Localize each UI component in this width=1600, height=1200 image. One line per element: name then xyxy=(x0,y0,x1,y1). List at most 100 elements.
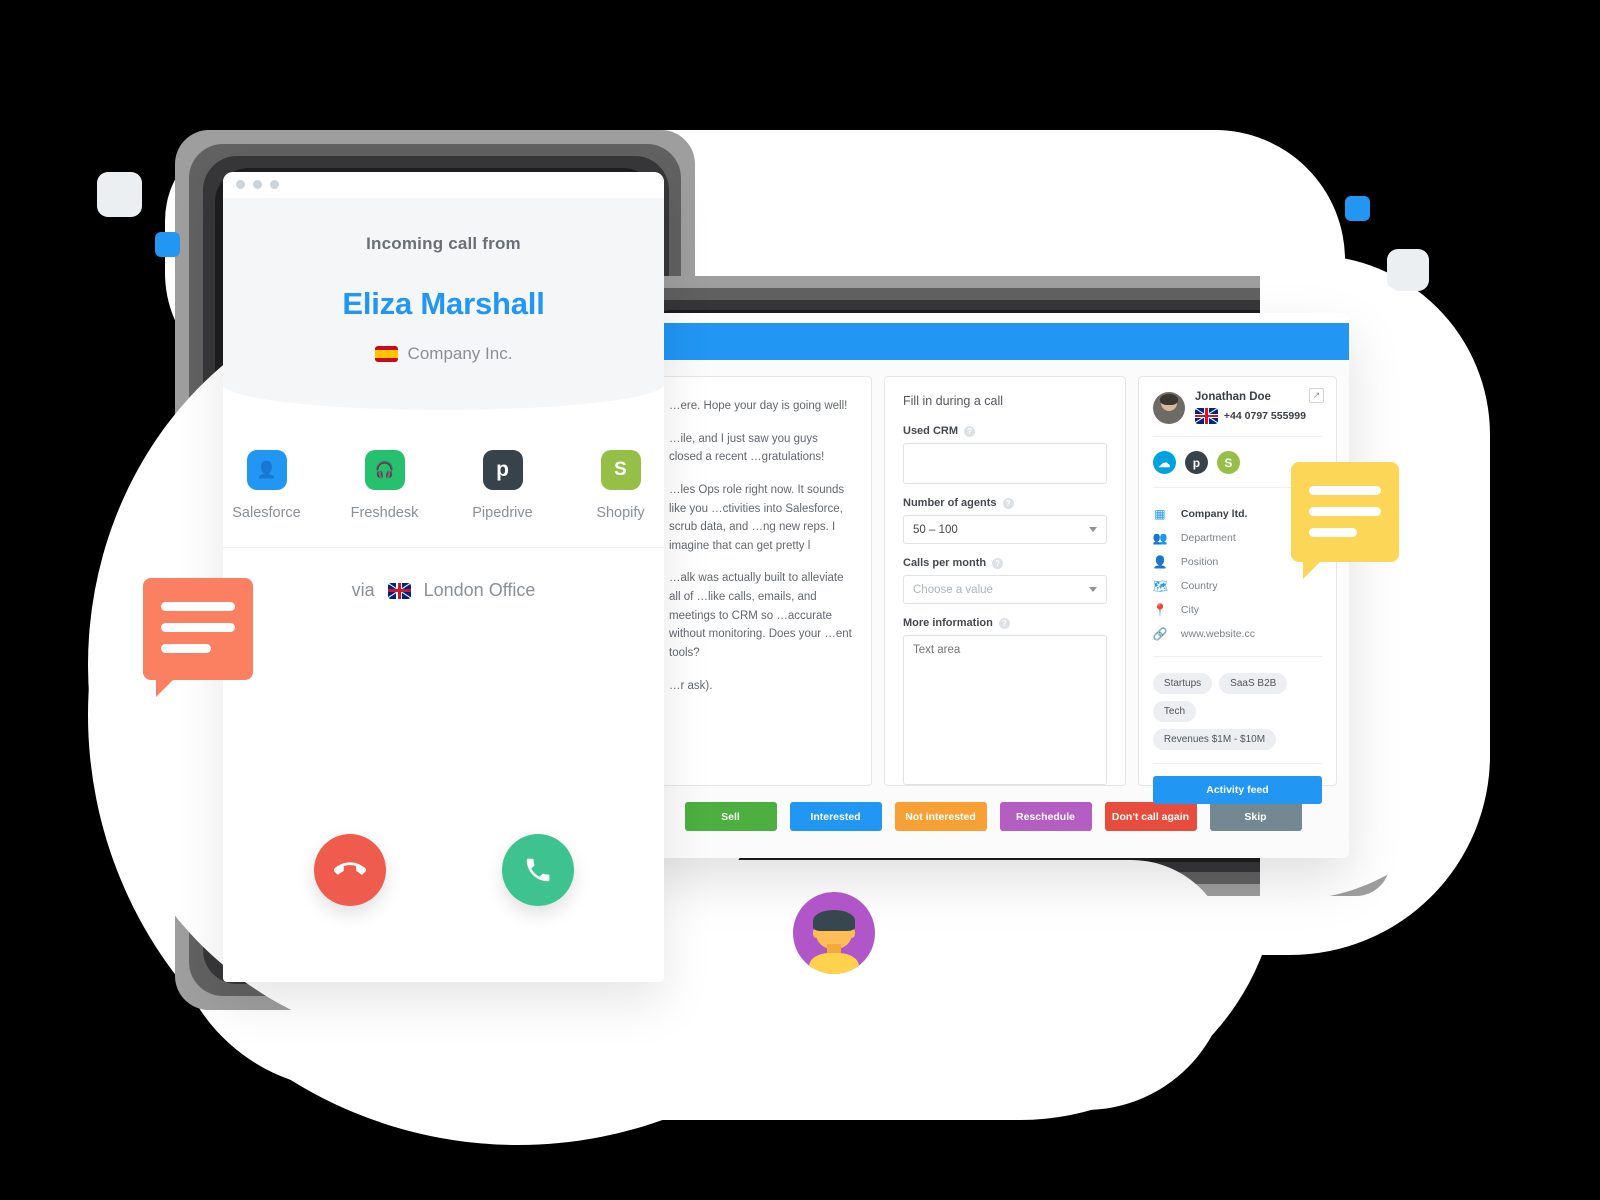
help-icon[interactable]: ? xyxy=(992,557,1004,569)
info-value[interactable]: www.website.cc xyxy=(1181,628,1255,640)
outcome-interested-button[interactable]: Interested xyxy=(789,802,882,831)
script-paragraph: …les Ops role right now. It sounds like … xyxy=(669,483,845,552)
integration-salesforce[interactable]: 👤 Salesforce xyxy=(231,450,303,521)
outcome-sell-button[interactable]: Sell xyxy=(684,802,777,831)
field-more-information: More information ? xyxy=(903,617,1107,790)
phone-hangup-icon xyxy=(333,862,366,875)
field-label-text: Calls per month xyxy=(903,557,987,569)
field-label-text: Used CRM xyxy=(903,425,959,437)
window-titlebar xyxy=(223,172,664,198)
tag[interactable]: Tech xyxy=(1152,701,1197,722)
incoming-call-label: Incoming call from xyxy=(366,234,521,253)
decor-square-light xyxy=(97,172,142,217)
used-crm-input[interactable] xyxy=(903,443,1107,484)
select-placeholder: Choose a value xyxy=(913,583,993,596)
call-script-panel: …ere. Hope your day is going well! …ile,… xyxy=(651,376,872,786)
contact-phone-number: +44 0797 555999 xyxy=(1223,410,1306,422)
field-used-crm: Used CRM ? xyxy=(903,425,1107,484)
calls-per-month-select[interactable]: Choose a value xyxy=(903,575,1107,604)
salesforce-badge[interactable]: ☁ xyxy=(1152,451,1176,474)
script-paragraph: …r ask). xyxy=(669,679,713,692)
shopify-badge[interactable]: S xyxy=(1216,451,1240,474)
pipedrive-badge[interactable]: p xyxy=(1184,451,1208,474)
integration-pipedrive[interactable]: p Pipedrive xyxy=(467,450,539,521)
script-paragraph: …alk was actually built to alleviate all… xyxy=(669,572,852,659)
divider xyxy=(1152,763,1322,764)
info-value: Country xyxy=(1180,580,1218,592)
maximize-icon[interactable] xyxy=(270,180,279,189)
info-value: Company ltd. xyxy=(1180,508,1248,520)
contact-tag-list: Startups SaaS B2B Tech Revenues $1M - $1… xyxy=(1152,669,1322,763)
flag-spain-icon xyxy=(374,346,398,362)
via-prefix: via xyxy=(351,580,375,600)
help-icon[interactable]: ? xyxy=(998,617,1010,629)
outcome-not-interested-button[interactable]: Not interested xyxy=(894,802,987,831)
chevron-down-icon xyxy=(1088,527,1097,532)
activity-feed-button[interactable]: Activity feed xyxy=(1152,776,1322,804)
field-label: Used CRM ? xyxy=(903,425,1107,437)
caller-company: Company Inc. xyxy=(223,344,664,364)
minimize-icon[interactable] xyxy=(253,180,262,189)
external-link-icon[interactable]: ↗ xyxy=(1309,388,1324,403)
field-calls-per-month: Calls per month ? Choose a value xyxy=(903,557,1107,604)
divider xyxy=(1152,656,1322,657)
field-label: Number of agents ? xyxy=(903,497,1107,509)
help-icon[interactable]: ? xyxy=(964,425,976,437)
integration-freshdesk[interactable]: 🎧 Freshdesk xyxy=(349,450,421,521)
accept-call-button[interactable] xyxy=(501,834,574,906)
more-information-textarea[interactable] xyxy=(903,635,1107,785)
decor-square-blue xyxy=(155,232,180,257)
browser-app-header xyxy=(637,323,1349,360)
close-icon[interactable] xyxy=(236,180,245,189)
chevron-down-icon xyxy=(1088,587,1097,592)
help-icon[interactable]: ? xyxy=(1002,497,1014,509)
call-form-panel: Fill in during a call Used CRM ? Number … xyxy=(884,376,1126,786)
illustration-stage: …ere. Hope your day is going well! …ile,… xyxy=(0,0,1600,1200)
number-of-agents-select[interactable]: 50 – 100 xyxy=(903,515,1107,544)
avatar xyxy=(1152,391,1185,424)
info-row-city: 📍 City xyxy=(1153,598,1322,622)
integration-label: Pipedrive xyxy=(472,505,533,521)
pipedrive-icon: p xyxy=(482,450,523,490)
call-route-row: via London Office xyxy=(223,548,664,633)
outcome-skip-button[interactable]: Skip xyxy=(1209,802,1302,831)
info-value: City xyxy=(1180,604,1199,616)
info-row-country: 🗺 Country xyxy=(1153,574,1322,598)
outcome-dont-call-again-button[interactable]: Don't call again xyxy=(1104,802,1197,831)
script-paragraph: …ere. Hope your day is going well! xyxy=(669,400,848,412)
info-row-website: 🔗 www.website.cc xyxy=(1153,622,1322,646)
tag[interactable]: SaaS B2B xyxy=(1219,673,1288,694)
decline-call-button[interactable] xyxy=(313,834,386,906)
tag[interactable]: Revenues $1M - $10M xyxy=(1152,729,1277,750)
field-label-text: Number of agents xyxy=(903,497,997,509)
flag-uk-icon xyxy=(1194,408,1218,424)
tag[interactable]: Startups xyxy=(1152,673,1213,694)
people-icon: 👥 xyxy=(1152,531,1168,545)
pin-icon: 📍 xyxy=(1152,603,1168,617)
user-avatar-badge xyxy=(793,892,875,974)
form-title: Fill in during a call xyxy=(903,394,1004,408)
link-icon: 🔗 xyxy=(1152,627,1168,641)
outcome-reschedule-button[interactable]: Reschedule xyxy=(999,802,1092,831)
incoming-call-window: Incoming call from Eliza Marshall Compan… xyxy=(223,172,664,982)
integration-label: Salesforce xyxy=(232,505,301,521)
building-icon: ▦ xyxy=(1154,507,1166,521)
integration-label: Freshdesk xyxy=(350,505,419,521)
integration-list: 👤 Salesforce 🎧 Freshdesk p Pipedrive S S… xyxy=(223,410,664,548)
via-office-name: London Office xyxy=(423,580,536,600)
field-label-text: More information xyxy=(903,617,993,629)
decor-square-light xyxy=(1387,249,1429,291)
crm-browser-window: …ere. Hope your day is going well! …ile,… xyxy=(637,313,1349,858)
divider xyxy=(1152,436,1322,437)
integration-shopify[interactable]: S Shopify xyxy=(585,450,657,521)
browser-titlebar xyxy=(637,313,1349,323)
integration-label: Shopify xyxy=(596,505,645,521)
freshdesk-icon: 🎧 xyxy=(364,450,405,490)
script-paragraph: …ile, and I just saw you guys closed a r… xyxy=(669,432,825,464)
decor-square-blue xyxy=(1345,196,1370,221)
incoming-call-header: Incoming call from Eliza Marshall Compan… xyxy=(223,198,664,410)
browser-content: …ere. Hope your day is going well! …ile,… xyxy=(637,360,1349,804)
salesforce-icon: 👤 xyxy=(246,450,287,490)
shopify-icon: S xyxy=(600,450,641,490)
person-icon: 👤 xyxy=(1152,555,1168,569)
